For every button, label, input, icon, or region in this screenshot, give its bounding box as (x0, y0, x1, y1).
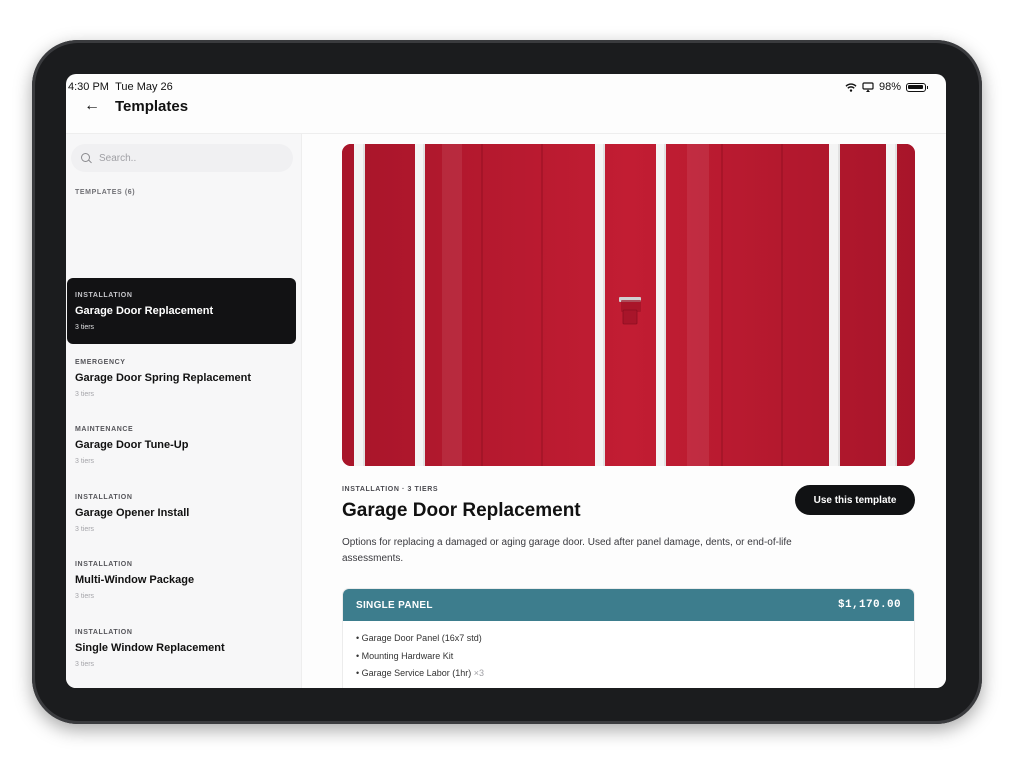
tier-line-item: • Garage Service Labor (1hr) ×3 (356, 668, 484, 678)
template-item[interactable]: INSTALLATION Single Window Replacement 3… (67, 615, 296, 681)
templates-section-label: TEMPLATES (6) (75, 189, 136, 196)
line-item-label: Garage Service Labor (1hr) (361, 668, 472, 678)
template-item[interactable]: EMERGENCY Garage Door Spring Replacement… (67, 345, 296, 411)
template-title: Multi-Window Package (75, 574, 195, 586)
airplay-icon (862, 82, 874, 92)
template-item[interactable]: INSTALLATION Multi-Window Package 3 tier… (67, 547, 296, 613)
battery-icon (906, 82, 928, 92)
template-tier-count: 3 tiers (75, 324, 95, 331)
screen: 4:30 PM Tue May 26 98% ← Templates Searc… (66, 74, 946, 688)
template-category: INSTALLATION (75, 561, 133, 568)
tier-header: SINGLE PANEL $1,170.00 (343, 589, 914, 621)
navigation-header: ← Templates (66, 96, 946, 134)
detail-eyebrow: INSTALLATION · 3 TIERS (342, 486, 439, 493)
template-tier-count: 3 tiers (75, 526, 95, 533)
line-item-label: Mounting Hardware Kit (361, 650, 454, 661)
detail-title: Garage Door Replacement (342, 500, 581, 521)
template-category: INSTALLATION (75, 629, 133, 636)
garage-door-image (342, 144, 915, 466)
battery-percent: 98% (878, 81, 901, 93)
page-title: Templates (115, 98, 189, 115)
template-category: INSTALLATION (75, 292, 133, 299)
status-time: 4:30 PM Tue May 26 (68, 81, 173, 93)
template-item[interactable]: INSTALLATION Garage Door Replacement 3 t… (67, 278, 296, 344)
line-item-qty: ×3 (473, 668, 484, 678)
template-tier-count: 3 tiers (75, 391, 95, 398)
search-bar[interactable] (71, 144, 293, 172)
battery-level (908, 84, 923, 89)
template-category: INSTALLATION (75, 494, 133, 501)
template-title: Garage Door Replacement (75, 305, 214, 317)
clock: 4:30 PM (68, 81, 109, 93)
status-bar: 4:30 PM Tue May 26 98% (66, 74, 946, 96)
tier-line-item: • Garage Door Panel (16x7 std) (356, 633, 482, 643)
template-category: MAINTENANCE (75, 426, 134, 433)
template-item[interactable]: MAINTENANCE Garage Door Tune-Up 3 tiers (67, 412, 296, 478)
back-arrow-icon[interactable]: ← (84, 97, 100, 115)
template-title: Garage Door Spring Replacement (75, 372, 252, 384)
template-title: Garage Door Tune-Up (75, 439, 189, 451)
template-tier-count: 3 tiers (75, 593, 95, 600)
tier-price: $1,170.00 (837, 599, 901, 611)
tier-name: SINGLE PANEL (356, 599, 433, 611)
tier-line-item: • Mounting Hardware Kit (356, 650, 454, 661)
search-icon (81, 152, 92, 164)
templates-sidebar: TEMPLATES (6) INSTALLATION Garage Door R… (66, 134, 302, 688)
wifi-icon (845, 82, 857, 92)
detail-description: Options for replacing a damaged or aging… (342, 537, 792, 564)
garage-door-illustration (342, 144, 915, 466)
status-indicators: 98% (845, 81, 928, 93)
use-template-button[interactable]: Use this template (795, 485, 915, 515)
template-tier-count: 3 tiers (75, 661, 95, 668)
tier-card[interactable]: SINGLE PANEL $1,170.00 • Garage Door Pan… (342, 588, 915, 688)
date: Tue May 26 (115, 81, 173, 93)
template-tier-count: 3 tiers (75, 458, 95, 465)
tier-items-list: • Garage Door Panel (16x7 std) • Mountin… (343, 621, 914, 683)
template-category: EMERGENCY (75, 359, 126, 366)
template-title: Garage Opener Install (75, 507, 190, 519)
template-item[interactable]: INSTALLATION Garage Opener Install 3 tie… (67, 480, 296, 546)
template-title: Single Window Replacement (75, 642, 225, 654)
line-item-label: Garage Door Panel (16x7 std) (361, 633, 482, 643)
template-detail: INSTALLATION · 3 TIERS Garage Door Repla… (303, 134, 946, 688)
search-input[interactable] (99, 152, 269, 164)
